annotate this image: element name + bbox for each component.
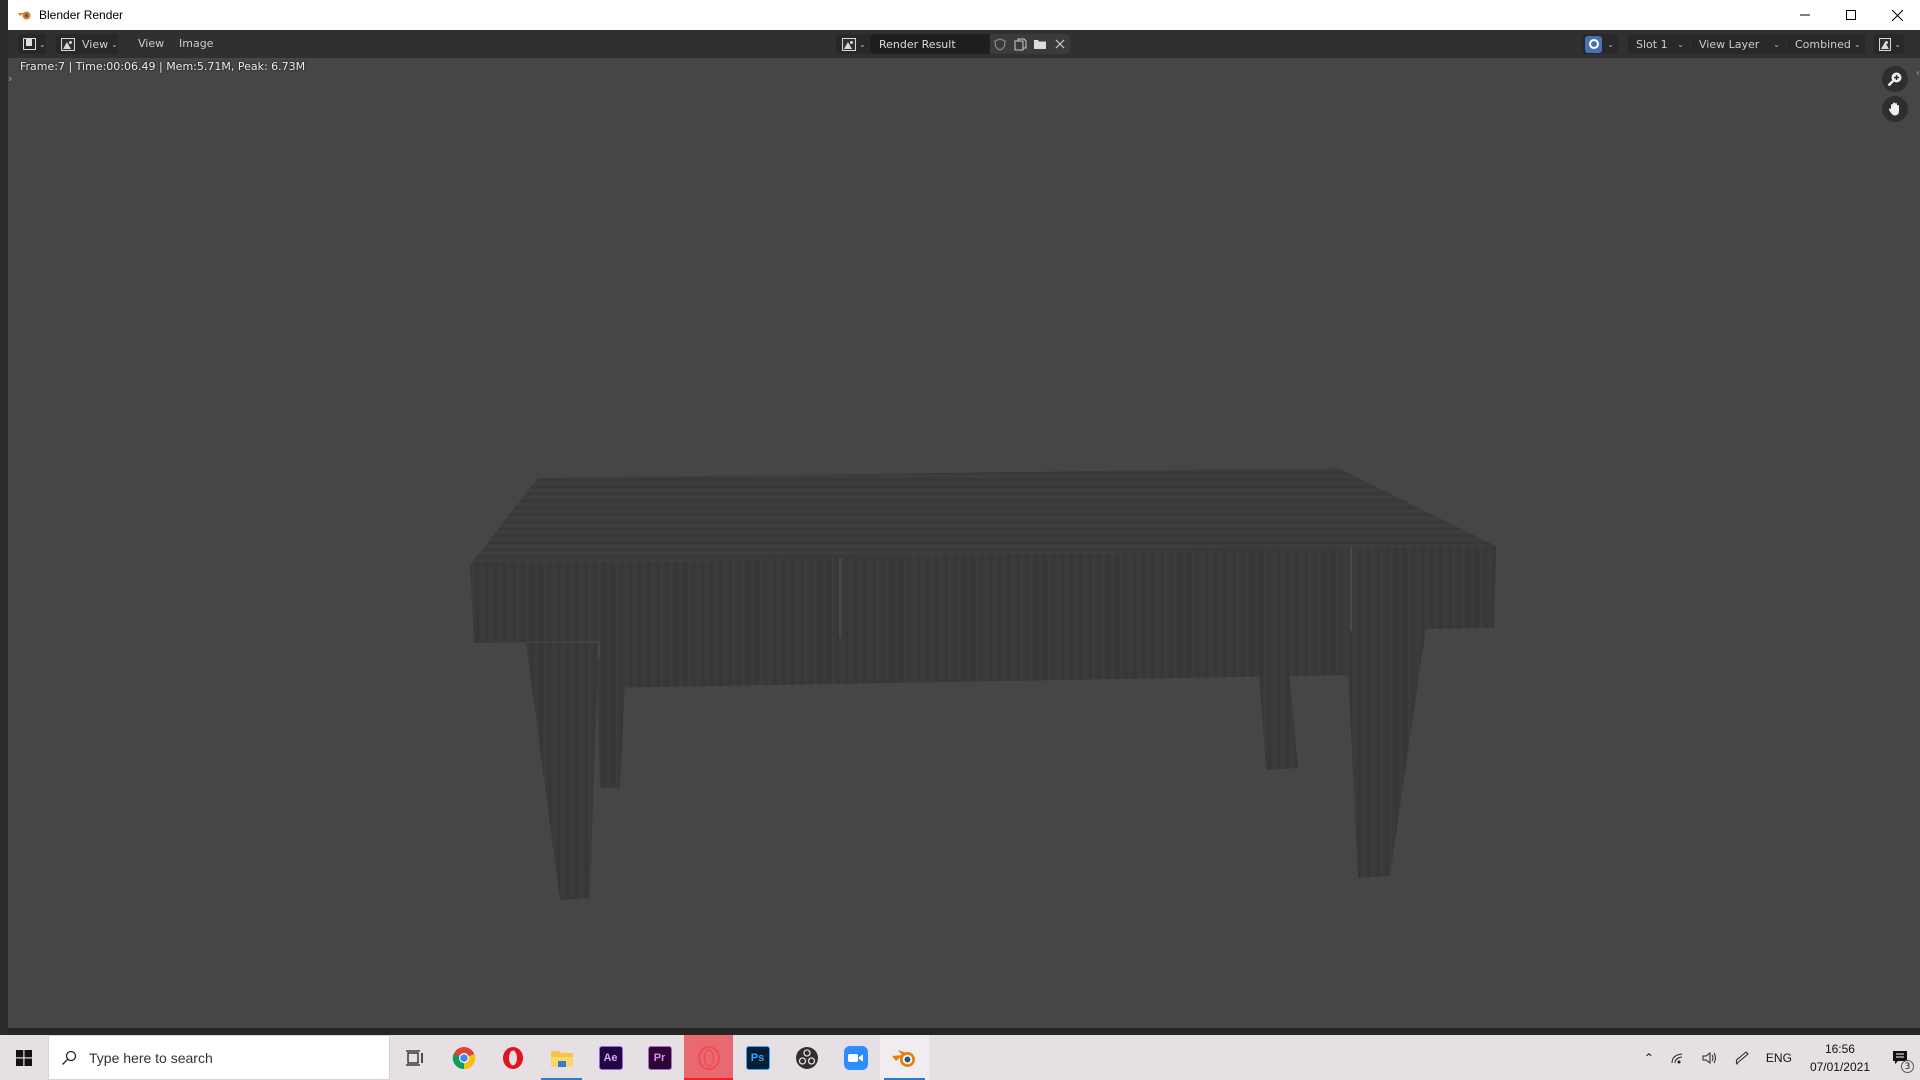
image-name-field[interactable]: Render Result [870, 34, 990, 54]
display-channels-dropdown[interactable]: ⌄ [1874, 34, 1904, 54]
image-name-text: Render Result [879, 37, 956, 51]
unlink-image-button[interactable] [1050, 34, 1070, 54]
gizmo-toggle[interactable]: ⌄ [1582, 34, 1618, 54]
new-image-button[interactable] [1010, 34, 1030, 54]
chevron-down-icon: ⌄ [1894, 39, 1901, 49]
menu-image[interactable]: Image [171, 37, 221, 50]
image-browse-button[interactable]: ⌄ [836, 34, 870, 54]
taskbar-task-view[interactable] [390, 1035, 439, 1080]
network-icon[interactable] [1670, 1051, 1686, 1065]
view-mode-dropdown[interactable]: View ⌄ [56, 34, 118, 54]
table-front-right-leg [1346, 628, 1426, 878]
image-view-icon [61, 37, 75, 51]
clock-date: 07/01/2021 [1809, 1059, 1870, 1074]
fake-user-button[interactable] [990, 34, 1010, 54]
folder-icon [550, 1050, 573, 1067]
table-front-left-leg [526, 643, 598, 900]
taskbar-opera-gx[interactable] [684, 1035, 733, 1080]
slot-label: Slot 1 [1636, 37, 1668, 51]
view-layer-label: View Layer [1699, 37, 1760, 51]
show-hidden-icons-chevron[interactable]: ⌃ [1644, 1051, 1654, 1065]
gizmo-icon [1585, 35, 1602, 53]
opera-icon [502, 1046, 523, 1069]
taskbar-blender[interactable] [880, 1035, 929, 1080]
chrome-icon [452, 1046, 475, 1069]
taskbar-chrome[interactable] [439, 1035, 488, 1080]
volume-icon[interactable] [1702, 1051, 1718, 1065]
zoom-camera-icon [843, 1045, 868, 1070]
minimize-button[interactable] [1782, 0, 1828, 30]
search-placeholder: Type here to search [89, 1049, 213, 1066]
blender-logo-icon [17, 7, 33, 23]
minimize-icon [1800, 14, 1810, 16]
taskbar-file-explorer[interactable] [537, 1035, 586, 1080]
slot-dropdown[interactable]: Slot 1 ⌄ [1628, 34, 1690, 54]
fake-user-shield-icon [994, 37, 1006, 51]
task-view-icon [405, 1049, 423, 1066]
new-image-icon [1014, 38, 1026, 50]
title-bar: Blender Render [8, 0, 1920, 30]
maximize-icon [1846, 10, 1856, 20]
system-tray: ⌃ ENG 16:56 07/01/2021 3 [1636, 1035, 1920, 1080]
open-image-icon [1034, 40, 1046, 49]
view-layer-dropdown[interactable]: View Layer ⌄ [1691, 34, 1786, 54]
opera-gx-icon [697, 1045, 720, 1070]
window-title: Blender Render [39, 8, 124, 22]
taskbar-photoshop[interactable]: Ps [733, 1035, 782, 1080]
clock[interactable]: 16:56 07/01/2021 [1810, 1040, 1870, 1076]
editor-type-button[interactable]: ⌄ [18, 34, 46, 54]
taskbar-obs[interactable] [782, 1035, 831, 1080]
render-pass-dropdown[interactable]: Combined ⌄ [1787, 34, 1865, 54]
pen-ink-icon[interactable] [1734, 1050, 1750, 1066]
windows-logo-icon [16, 1049, 32, 1066]
render-pass-label: Combined [1795, 37, 1851, 51]
close-icon [1891, 9, 1903, 21]
notifications-button[interactable]: 3 [1880, 1035, 1920, 1080]
start-button[interactable] [0, 1035, 48, 1080]
chevron-down-icon: ⌄ [1853, 39, 1861, 49]
clock-time: 16:56 [1824, 1041, 1855, 1056]
chevron-down-icon: ⌄ [859, 39, 866, 49]
notification-count-badge: 3 [1901, 1060, 1914, 1073]
ae-icon: Ae [598, 1045, 623, 1070]
image-editor-icon [23, 38, 36, 50]
menu-view[interactable]: View [130, 37, 172, 50]
open-image-button[interactable] [1030, 34, 1050, 54]
maximize-button[interactable] [1828, 0, 1874, 30]
display-channels-icon [1879, 37, 1892, 51]
chevron-down-icon: ⌄ [1677, 39, 1684, 49]
obs-icon [795, 1046, 818, 1069]
pr-icon: Pr [647, 1045, 672, 1070]
chevron-down-icon: ⌄ [111, 39, 118, 49]
image-viewport[interactable]: Frame:7 | Time:00:06.49 | Mem:5.71M, Pea… [8, 58, 1920, 1028]
taskbar-premiere-pro[interactable]: Pr [635, 1035, 684, 1080]
view-mode-label: View [82, 37, 109, 51]
close-button[interactable] [1874, 0, 1920, 30]
chevron-down-icon: ⌄ [1607, 39, 1614, 49]
blender-window: Blender Render ⌄ View ⌄ View Image ⌄ Ren… [8, 0, 1920, 1035]
ps-icon: Ps [745, 1045, 770, 1070]
taskbar-opera[interactable] [488, 1035, 537, 1080]
render-image [470, 468, 1496, 900]
image-editor-header: ⌄ View ⌄ View Image ⌄ Render Result ⌄ Sl… [8, 30, 1920, 58]
unlink-x-icon [1055, 39, 1065, 49]
taskbar-zoom[interactable] [831, 1035, 880, 1080]
status-bar [8, 1028, 1920, 1035]
blender-icon [891, 1049, 915, 1067]
image-browse-icon [842, 37, 856, 51]
windows-taskbar: Type here to search Ae Pr Ps ⌃ ENG 16:56… [0, 1035, 1920, 1080]
taskbar-after-effects[interactable]: Ae [586, 1035, 635, 1080]
chevron-down-icon: ⌄ [1773, 39, 1780, 49]
taskbar-search-box[interactable]: Type here to search [48, 1035, 390, 1080]
chevron-down-icon: ⌄ [39, 39, 46, 49]
language-indicator[interactable]: ENG [1766, 1051, 1792, 1065]
desktop-edge [0, 0, 8, 1035]
search-icon [62, 1050, 77, 1065]
